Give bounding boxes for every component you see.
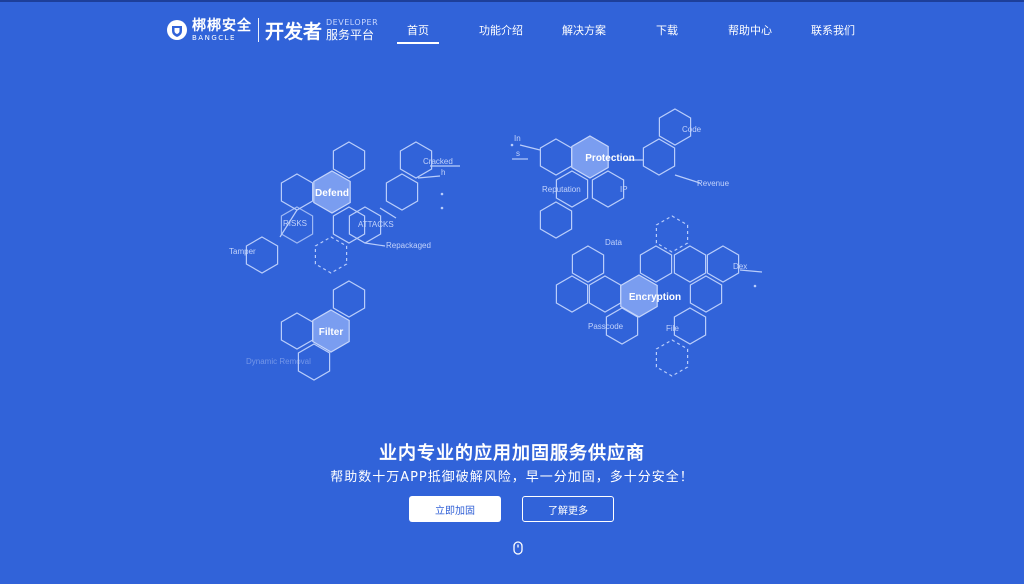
label-attacks: ATTACKS	[358, 220, 394, 229]
label-passcode: Passcode	[588, 322, 624, 331]
hero-illustration: Defend Protection Encryption Filter Crac…	[229, 108, 763, 381]
label-s: s	[516, 149, 520, 158]
scroll-down-icon[interactable]	[511, 541, 525, 557]
harden-now-button[interactable]: 立即加固	[409, 496, 501, 522]
label-cracked: Cracked	[423, 157, 453, 166]
label-risks: RISKS	[283, 219, 307, 228]
filter-hub-label: Filter	[319, 327, 344, 338]
label-repackaged: Repackaged	[386, 241, 431, 250]
encryption-hub-label: Encryption	[629, 292, 681, 303]
hero-subtitle: 帮助数十万APP抵御破解风险，早一分加固，多十分安全！	[330, 470, 694, 485]
hero-title: 业内专业的应用加固服务供应商	[379, 443, 645, 464]
label-in: In	[514, 134, 521, 143]
label-code: Code	[682, 125, 702, 134]
label-data: Data	[605, 238, 622, 247]
label-h: h	[441, 168, 445, 177]
defend-hub-label: Defend	[315, 188, 349, 199]
label-tamper: Tamper	[229, 247, 256, 256]
label-revenue: Revenue	[697, 179, 730, 188]
protection-hub-label: Protection	[585, 153, 634, 164]
label-ip: IP	[620, 185, 628, 194]
label-reputation: Reputation	[542, 185, 581, 194]
label-dynamic-removal: Dynamic Removal	[246, 357, 311, 366]
label-dex: Dex	[733, 262, 747, 271]
label-file: File	[666, 324, 679, 333]
learn-more-button[interactable]: 了解更多	[522, 496, 614, 522]
protection-cluster	[512, 108, 701, 239]
